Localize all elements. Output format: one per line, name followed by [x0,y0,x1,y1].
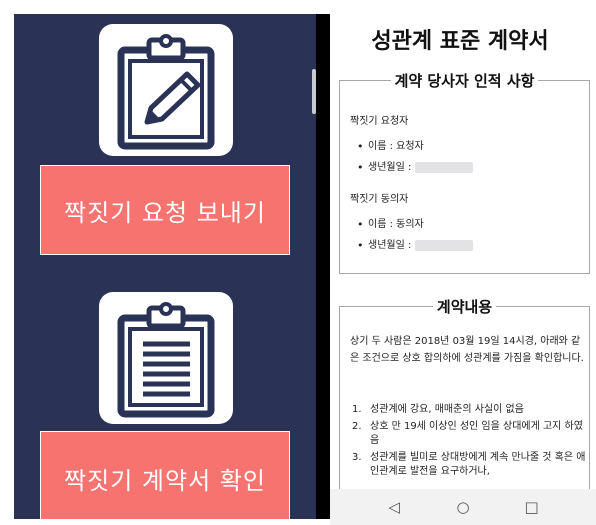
parties-section: 계약 당사자 인적 사항 짝짓기 요청자 이름 : 요청자 생년월일 : 짝짓기… [339,72,590,274]
list-item: 2. 상호 만 19세 이상인 성인 임을 상대에게 고지 하였음 [352,421,583,446]
parties-legend: 계약 당사자 인적 사항 [340,70,589,91]
home-icon[interactable]: ○ [451,498,475,516]
requester-list: 이름 : 요청자 생년월일 : [357,140,473,182]
send-request-button[interactable]: 짝짓기 요청 보내기 [40,165,290,255]
terms-list: 1. 성관계에 강요, 매매춘의 사실이 없음 2. 상호 만 19세 이상인 성인… [352,403,586,482]
app-screen: 짝짓기 요청 보내기 짝짓기 계약서 확인 성관계 표준 계약서 계약 당사자 … [0,0,596,525]
list-item: 1. 성관계에 강요, 매매춘의 사실이 없음 [352,404,524,415]
consenter-label: 짝짓기 동의자 [350,194,409,205]
list-item: 생년월일 : [357,239,473,260]
redacted-field [414,161,473,173]
content-intro: 상기 두 사람은 2018년 03월 19일 14시경, 아래와 같은 조건으로… [350,336,584,364]
contract-document: 성관계 표준 계약서 계약 당사자 인적 사항 짝짓기 요청자 이름 : 요청자… [330,14,596,519]
left-panel: 짝짓기 요청 보내기 짝짓기 계약서 확인 [14,14,316,519]
clipboard-list-icon[interactable] [99,292,233,424]
content-section: 계약내용 상기 두 사람은 2018년 03월 19일 14시경, 아래와 같은… [339,298,590,519]
redacted-field [414,239,473,251]
content-legend: 계약내용 [340,296,589,317]
list-item: 이름 : 요청자 [357,140,473,161]
list-item: 생년월일 : [357,161,473,182]
document-title: 성관계 표준 계약서 [371,29,549,54]
list-item: 이름 : 동의자 [357,218,473,239]
panel-divider [316,14,330,519]
back-icon[interactable]: ◁ [382,498,406,516]
clipboard-pencil-icon[interactable] [99,24,233,156]
consenter-list: 이름 : 동의자 생년월일 : [357,218,473,260]
requester-label: 짝짓기 요청자 [350,116,409,127]
list-item: 3. 성관계를 빌미로 상대방에게 계속 만나줄 것 혹은 애인관계로 발전을 요… [352,452,586,477]
system-nav-bar: ◁ ○ □ [330,489,596,525]
recents-icon[interactable]: □ [520,498,544,516]
check-contract-button[interactable]: 짝짓기 계약서 확인 [40,431,290,519]
